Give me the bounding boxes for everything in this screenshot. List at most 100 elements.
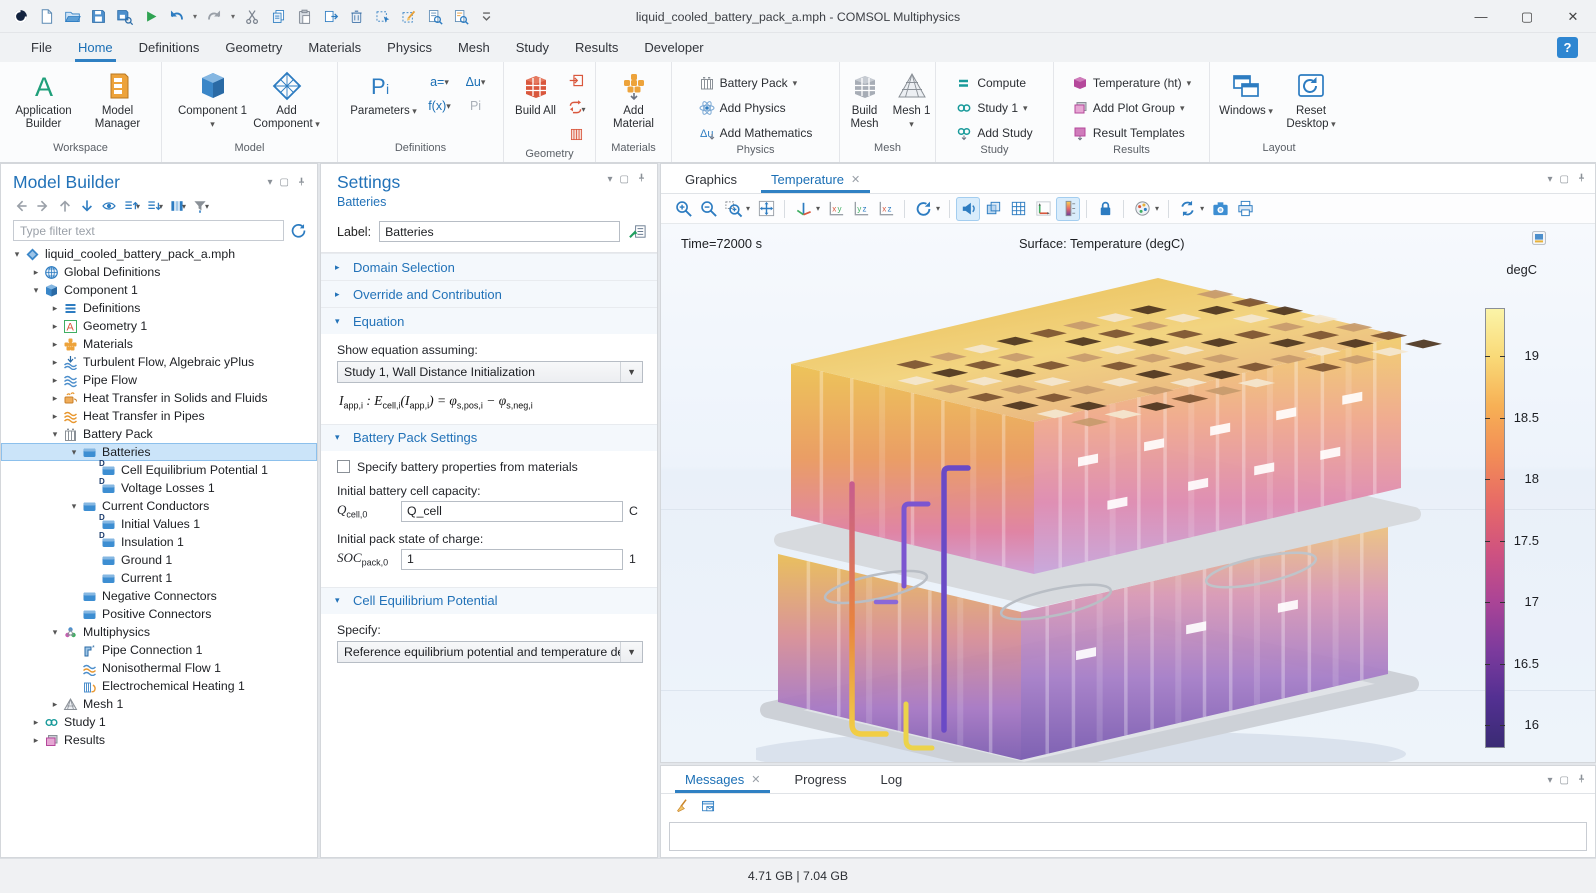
tree-item-negative-connectors[interactable]: Negative Connectors — [1, 587, 317, 605]
specify-from-materials-checkbox[interactable] — [337, 460, 350, 473]
tree-item-global-definitions[interactable]: ▸Global Definitions — [1, 263, 317, 281]
livelink-button[interactable]: ▾ — [564, 97, 590, 121]
parameters-button[interactable]: Pi Parameters — [348, 68, 420, 118]
float-panel-icon[interactable]: ▢ — [1560, 775, 1569, 786]
copy-button[interactable] — [266, 4, 290, 28]
results-add-plot-group[interactable]: Add Plot Group — [1065, 97, 1198, 119]
tree-item-positive-connectors[interactable]: Positive Connectors — [1, 605, 317, 623]
study-add-study[interactable]: Add Study — [949, 122, 1039, 144]
tree-expander[interactable]: ▾ — [68, 447, 80, 458]
tree-item-liquid-cooled-battery-pack-a-mph[interactable]: ▾liquid_cooled_battery_pack_a.mph — [1, 245, 317, 263]
specify-dropdown[interactable]: Reference equilibrium potential and temp… — [337, 641, 643, 663]
print-button[interactable] — [1233, 197, 1257, 221]
help-button[interactable]: ? — [1557, 37, 1578, 58]
color-theme-button[interactable] — [1130, 197, 1154, 221]
undo-button[interactable] — [164, 4, 188, 28]
tree-expander[interactable]: ▸ — [49, 339, 61, 350]
graphics-tab-temperature[interactable]: Temperature✕ — [761, 172, 870, 193]
tree-item-study-1[interactable]: ▸Study 1 — [1, 713, 317, 731]
move-up-button[interactable]: ▾ — [123, 198, 140, 214]
pin-icon[interactable] — [1576, 773, 1587, 787]
menu-tab-results[interactable]: Results — [562, 33, 631, 62]
qat-chevron-button[interactable] — [474, 4, 498, 28]
run-button[interactable] — [138, 4, 162, 28]
save-button[interactable] — [86, 4, 110, 28]
tree-item-mesh-1[interactable]: ▸Mesh 1 — [1, 695, 317, 713]
tree-expander[interactable]: ▾ — [49, 429, 61, 440]
update-button[interactable] — [1175, 197, 1199, 221]
tree-item-ground-1[interactable]: Ground 1 — [1, 551, 317, 569]
redo-button[interactable] — [202, 4, 226, 28]
add-component-button[interactable]: Add Component — [251, 68, 323, 131]
tree-item-pipe-flow[interactable]: ▸Pipe Flow — [1, 371, 317, 389]
tree-item-current-1[interactable]: Current 1 — [1, 569, 317, 587]
tree-item-heat-transfer-in-solids-and-fluids[interactable]: ▸Heat Transfer in Solids and Fluids — [1, 389, 317, 407]
messages-tab-messages[interactable]: Messages✕ — [675, 772, 770, 793]
functions-button[interactable]: f(x) — [422, 94, 458, 118]
saveas-button[interactable] — [112, 4, 136, 28]
view-xy-button[interactable]: xy — [824, 197, 848, 221]
find-button[interactable] — [422, 4, 446, 28]
label-input[interactable]: Batteries — [379, 221, 620, 242]
float-panel-icon[interactable]: ▢ — [1560, 174, 1569, 185]
application-builder-button[interactable]: A Application Builder — [8, 68, 80, 131]
capacity-input[interactable]: Q_cell — [401, 501, 623, 522]
tree-item-results[interactable]: ▸Results — [1, 731, 317, 749]
tree-expander[interactable]: ▸ — [49, 411, 61, 422]
tree-item-current-conductors[interactable]: ▾Current Conductors — [1, 497, 317, 515]
maximize-button[interactable]: ▢ — [1504, 0, 1550, 33]
panel-menu-icon[interactable]: ▾ — [268, 177, 273, 188]
plot-area[interactable]: Time=72000 s Surface: Temperature (degC) — [661, 224, 1595, 762]
tree-expander[interactable]: ▾ — [68, 501, 80, 512]
duplicate-button[interactable] — [318, 4, 342, 28]
tree-expander[interactable]: ▾ — [49, 627, 61, 638]
default-view-button[interactable] — [791, 197, 815, 221]
panel-menu-icon[interactable]: ▾ — [1548, 174, 1553, 185]
section-cell-equilibrium-potential[interactable]: ▾Cell Equilibrium Potential — [321, 587, 657, 614]
menu-tab-definitions[interactable]: Definitions — [126, 33, 213, 62]
transparency-button[interactable] — [981, 197, 1005, 221]
clear-messages-button[interactable] — [675, 798, 692, 818]
tree-item-initial-values-1[interactable]: Initial Values 1 — [1, 515, 317, 533]
rename-icon[interactable] — [628, 222, 647, 241]
menu-tab-home[interactable]: Home — [65, 33, 126, 62]
section-domain-selection[interactable]: ▸Domain Selection — [321, 253, 657, 280]
mesh1-button[interactable]: Mesh 1 — [890, 68, 934, 131]
tree-expander[interactable]: ▸ — [49, 699, 61, 710]
add-material-button[interactable]: Add Material — [602, 68, 666, 131]
parameter-case-button[interactable]: Pi — [458, 94, 494, 118]
study-study-1[interactable]: Study 1 — [949, 97, 1039, 119]
dropdown-caret-icon[interactable]: ▾ — [1200, 204, 1204, 213]
view-xz-button[interactable]: xz — [874, 197, 898, 221]
tree-item-heat-transfer-in-pipes[interactable]: ▸Heat Transfer in Pipes — [1, 407, 317, 425]
tree-item-turbulent-flow-algebraic-yplus[interactable]: ▸Turbulent Flow, Algebraic yPlus — [1, 353, 317, 371]
tree-item-batteries[interactable]: ▾Batteries — [1, 443, 317, 461]
close-tab-icon[interactable]: ✕ — [751, 773, 760, 786]
forward-button[interactable] — [35, 198, 51, 214]
variables-button[interactable]: a= — [422, 70, 458, 94]
tree-item-cell-equilibrium-potential-1[interactable]: Cell Equilibrium Potential 1 — [1, 461, 317, 479]
plot-properties-icon[interactable] — [1531, 230, 1547, 246]
grid-button[interactable] — [1006, 197, 1030, 221]
rotate-button[interactable] — [911, 197, 935, 221]
new-button[interactable] — [34, 4, 58, 28]
results-temperature-ht-[interactable]: Temperature (ht) — [1065, 72, 1198, 94]
nonlocal-couplings-button[interactable]: Δu — [458, 70, 494, 94]
lock-button[interactable] — [1093, 197, 1117, 221]
zoom-out-button[interactable] — [696, 197, 720, 221]
build-all-button[interactable]: Build All — [510, 68, 562, 118]
messages-tab-progress[interactable]: Progress — [784, 772, 856, 793]
tree-item-component-1[interactable]: ▾Component 1 — [1, 281, 317, 299]
tree-expander[interactable]: ▸ — [49, 393, 61, 404]
view-yz-button[interactable]: yz — [849, 197, 873, 221]
select-button[interactable] — [370, 4, 394, 28]
physics-add-physics[interactable]: Add Physics — [692, 97, 820, 119]
tree-expander[interactable]: ▾ — [30, 285, 42, 296]
tree-item-geometry-1[interactable]: ▸AGeometry 1 — [1, 317, 317, 335]
dropdown-caret-icon[interactable]: ▾ — [746, 204, 750, 213]
reset-desktop-button[interactable]: Reset Desktop — [1279, 68, 1343, 131]
filter-input[interactable]: Type filter text — [13, 220, 284, 241]
dropdown-caret-icon[interactable]: ▾ — [190, 4, 200, 28]
move-down-button[interactable]: ▾ — [146, 198, 163, 214]
float-panel-icon[interactable]: ▢ — [620, 174, 629, 185]
